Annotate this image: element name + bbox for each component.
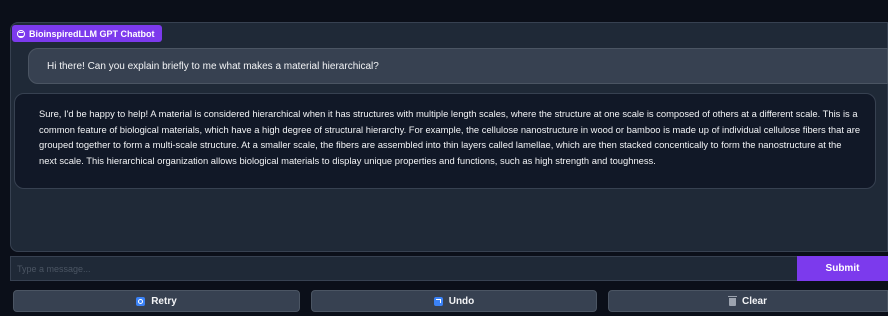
assistant-message: Sure, I'd be happy to help! A material i… bbox=[14, 93, 876, 189]
message-input[interactable] bbox=[10, 256, 797, 281]
chatbot-icon bbox=[17, 29, 25, 38]
undo-button[interactable]: Undo bbox=[311, 290, 597, 312]
retry-icon bbox=[136, 296, 146, 306]
retry-button[interactable]: Retry bbox=[13, 290, 300, 312]
undo-icon bbox=[433, 296, 443, 306]
chatbot-label-text: BioinspiredLLM GPT Chatbot bbox=[29, 28, 155, 39]
assistant-message-text: Sure, I'd be happy to help! A material i… bbox=[39, 108, 861, 166]
undo-button-label: Undo bbox=[448, 295, 475, 307]
trash-icon bbox=[727, 295, 737, 306]
submit-button[interactable]: Submit bbox=[797, 256, 888, 281]
chatbot-label: BioinspiredLLM GPT Chatbot bbox=[12, 25, 162, 42]
retry-button-label: Retry bbox=[151, 295, 177, 307]
message-input-row: Submit bbox=[10, 256, 888, 281]
user-message-text: Hi there! Can you explain briefly to me … bbox=[47, 60, 379, 72]
clear-button-label: Clear bbox=[741, 295, 767, 307]
user-message: Hi there! Can you explain briefly to me … bbox=[28, 48, 888, 84]
clear-button[interactable]: Clear bbox=[608, 290, 888, 312]
